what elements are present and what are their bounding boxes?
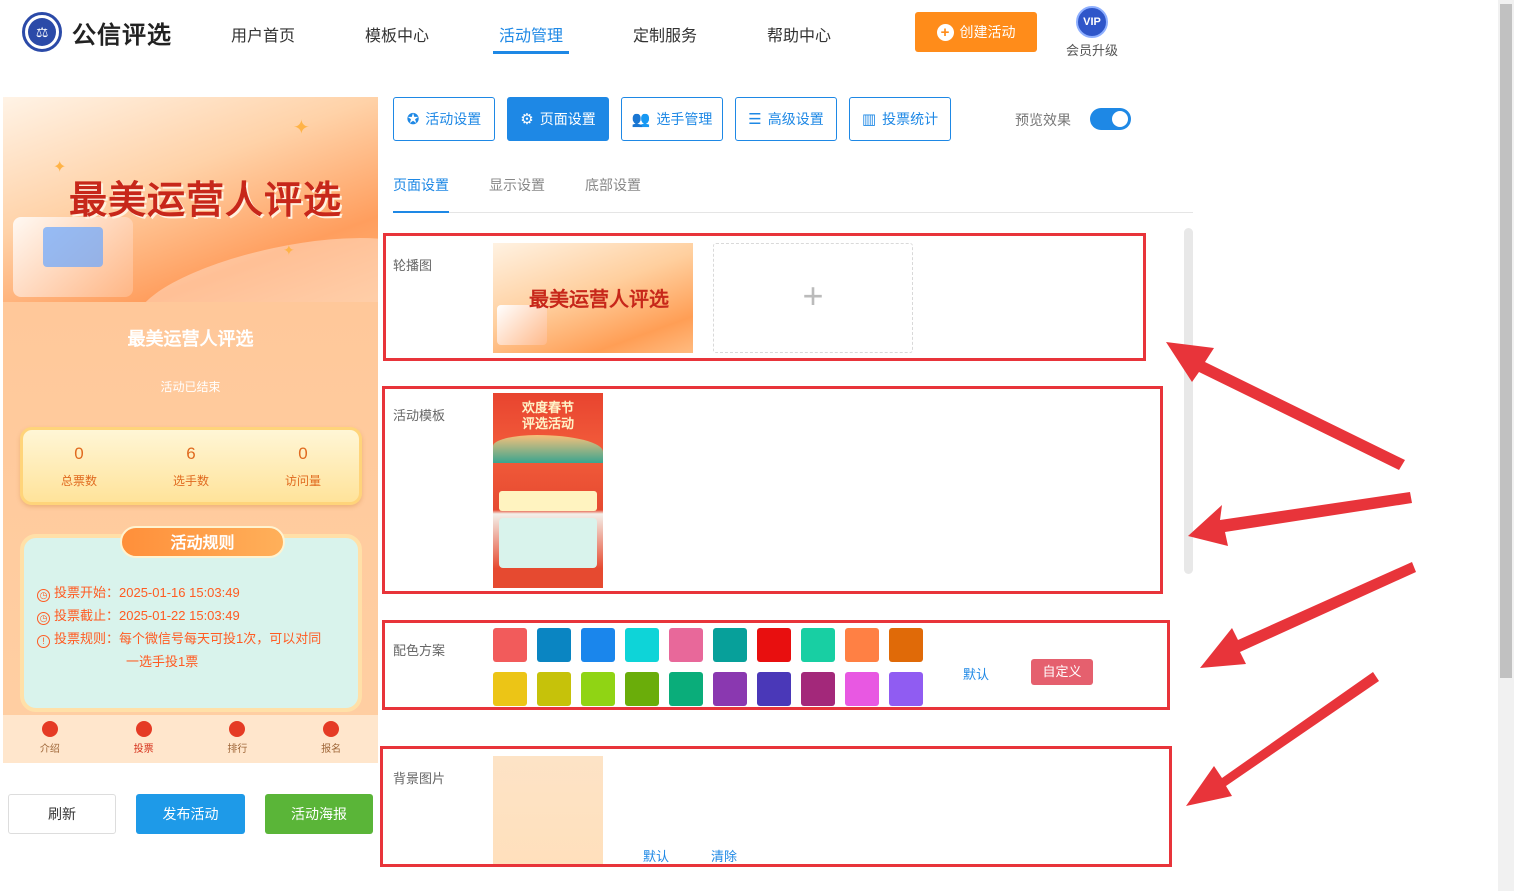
create-activity-label: 创建活动 — [959, 24, 1016, 40]
rule-start-text: 投票开始：2025-01-16 15:03:49 — [54, 585, 240, 600]
info-icon: ! — [37, 635, 50, 648]
activity-poster-button[interactable]: 活动海报 — [265, 794, 373, 834]
plus-circle-icon: + — [936, 23, 954, 41]
button-label: 高级设置 — [767, 111, 824, 127]
clock-icon: ◷ — [37, 612, 50, 625]
vip-upgrade[interactable]: VIP 会员升级 — [1062, 6, 1122, 59]
preview-effect-label: 预览效果 — [1015, 112, 1071, 128]
banner-title: 最美运营人评选 — [69, 177, 343, 222]
annotation-arrow — [1186, 672, 1379, 806]
sparkle-icon: ✦ — [293, 117, 310, 139]
clock-icon: ◷ — [37, 589, 50, 602]
annotation-arrow — [1200, 562, 1416, 668]
users-icon: 👥 — [631, 111, 651, 128]
stat-value: 6 — [186, 443, 196, 463]
nav-active-indicator — [493, 51, 569, 54]
annotation-box-template — [382, 386, 1163, 594]
rule-policy: ! 投票规则：每个微信号每天可投1次，可以对同 — [37, 628, 321, 650]
nav-activity-management[interactable]: 活动管理 — [499, 22, 563, 46]
tab-intro[interactable]: 介绍 — [3, 715, 97, 763]
rule-start: ◷ 投票开始：2025-01-16 15:03:49 — [37, 582, 240, 604]
page-scrollbar-thumb[interactable] — [1500, 4, 1512, 678]
stat-visits: 0 访问量 — [285, 444, 321, 489]
vip-label: 会员升级 — [1065, 43, 1118, 58]
subtab-display-settings[interactable]: 显示设置 — [489, 175, 545, 195]
sparkle-icon: ✦ — [53, 159, 67, 176]
subtab-active-indicator — [393, 211, 449, 213]
stat-total-votes: 0 总票数 — [61, 444, 97, 489]
preview-tabbar: 介绍 投票 排行 报名 — [3, 715, 378, 763]
publish-activity-button[interactable]: 发布活动 — [136, 794, 245, 834]
rules-card: 活动规则 ◷ 投票开始：2025-01-16 15:03:49 ◷ 投票截止：202… — [20, 526, 362, 712]
stat-label: 选手数 — [172, 473, 209, 488]
stat-label: 访问量 — [284, 473, 321, 488]
subtab-page-settings[interactable]: 页面设置 — [393, 175, 449, 195]
brand-logo[interactable]: ⚖ 公信评选 — [22, 12, 172, 52]
stat-value: 0 — [298, 443, 308, 463]
button-label: 选手管理 — [656, 111, 713, 127]
phone-preview: ✦ ✦ ✦ 最美运营人评选 最美运营人评选 活动已结束 0 总票数 6 选手数 … — [3, 97, 378, 763]
refresh-button[interactable]: 刷新 — [8, 794, 116, 834]
tab-vote[interactable]: 投票 — [97, 715, 191, 763]
stat-contestants: 6 选手数 — [173, 444, 209, 489]
annotation-box-carousel — [383, 233, 1146, 361]
tab-ranking[interactable]: 排行 — [191, 715, 285, 763]
banner-screen-illustration — [43, 227, 103, 267]
toggle-knob — [1112, 111, 1128, 127]
create-activity-button[interactable]: + 创建活动 — [915, 12, 1037, 52]
activity-status: 活动已结束 — [160, 380, 221, 394]
tab-label: 排行 — [227, 744, 248, 755]
stats-card: 0 总票数 6 选手数 0 访问量 — [20, 427, 362, 505]
activity-name: 最美运营人评选 — [127, 329, 254, 349]
button-label: 投票统计 — [882, 111, 939, 127]
tab-label: 投票 — [133, 744, 154, 755]
banner-wave-decoration — [126, 216, 378, 302]
advanced-settings-icon: ☰ — [748, 111, 762, 128]
rules-title: 活动规则 — [120, 526, 285, 558]
page-scrollbar[interactable] — [1498, 0, 1514, 891]
activity-settings-button[interactable]: ✪ 活动设置 — [393, 97, 495, 141]
nav-user-home[interactable]: 用户首页 — [231, 22, 295, 46]
contestant-management-button[interactable]: 👥 选手管理 — [621, 97, 723, 141]
vote-statistics-button[interactable]: ▥ 投票统计 — [849, 97, 951, 141]
settings-scrollbar[interactable] — [1184, 228, 1193, 574]
star-icon: ✪ — [406, 111, 420, 128]
annotation-arrow — [1188, 492, 1412, 546]
ranking-icon — [229, 721, 246, 737]
brand-name: 公信评选 — [72, 21, 172, 49]
annotation-arrow — [1166, 342, 1405, 470]
vote-icon — [135, 721, 152, 737]
subtab-footer-settings[interactable]: 底部设置 — [585, 175, 641, 195]
stat-value: 0 — [74, 443, 84, 463]
signup-icon — [323, 721, 340, 737]
scale-logo-icon: ⚖ — [22, 12, 62, 52]
tab-signup[interactable]: 报名 — [284, 715, 378, 763]
preview-banner: ✦ ✦ ✦ 最美运营人评选 — [3, 97, 378, 302]
intro-icon — [41, 721, 58, 737]
preview-effect-toggle[interactable] — [1090, 108, 1131, 130]
nav-template-center[interactable]: 模板中心 — [365, 22, 429, 46]
button-label: 页面设置 — [539, 111, 596, 127]
stat-label: 总票数 — [60, 473, 97, 488]
gear-icon: ⚙ — [520, 111, 534, 128]
tab-label: 介绍 — [39, 744, 60, 755]
page-settings-button[interactable]: ⚙ 页面设置 — [507, 97, 609, 141]
rule-end: ◷ 投票截止：2025-01-22 15:03:49 — [37, 605, 240, 627]
annotation-box-colors — [382, 620, 1170, 710]
advanced-settings-button[interactable]: ☰ 高级设置 — [735, 97, 837, 141]
tab-label: 报名 — [321, 744, 342, 755]
bar-chart-icon: ▥ — [861, 111, 877, 128]
rule-end-text: 投票截止：2025-01-22 15:03:49 — [54, 608, 240, 623]
rule-policy-text: 投票规则：每个微信号每天可投1次，可以对同 — [54, 631, 322, 646]
subtab-divider — [393, 212, 1193, 213]
nav-custom-service[interactable]: 定制服务 — [633, 22, 697, 46]
nav-help-center[interactable]: 帮助中心 — [767, 22, 831, 46]
button-label: 活动设置 — [425, 111, 482, 127]
annotation-box-background — [380, 746, 1172, 867]
vip-badge-icon: VIP — [1076, 6, 1108, 38]
rule-policy-cont: 一选手投1票 — [126, 654, 199, 669]
sparkle-icon: ✦ — [283, 242, 295, 258]
